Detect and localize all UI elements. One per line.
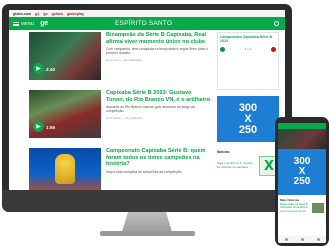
phone-list-item[interactable]: Bicampeão da Série B Capixaba, Real afir… [280,202,324,213]
video-duration: 1:55 [46,125,56,130]
monitor-stand [122,212,172,232]
video-thumbnail[interactable]: ▶ 2:40 [29,32,101,80]
menu-icon[interactable] [316,238,320,241]
trophy-icon [55,154,75,184]
search-icon[interactable] [300,238,304,241]
menu-button[interactable]: MENU [13,21,34,26]
phone-screen: 300 X 250 Mais Notícias Bicampeão da Sér… [278,123,326,243]
phone-item-text[interactable]: Bicampeão da Série B Capixaba, Real afir… [280,202,310,213]
ad-height: 250 [238,123,258,136]
news-item[interactable]: Siga o ge ES no X: receba as notícias no… [217,156,279,176]
news-item-text[interactable]: Siga o ge ES no X: receba as notícias no… [217,161,256,170]
video-duration: 2:40 [46,67,56,72]
video-thumbnail[interactable]: ▶ 1:55 [29,90,101,138]
globo-brand-link[interactable]: globo.com [13,12,31,16]
news-section-label: Notícias [217,150,230,154]
ge-logo[interactable]: ge [40,20,48,27]
site-header: MENU ge ESPÍRITO SANTO [9,17,285,30]
home-icon[interactable] [284,238,288,241]
card-subtitle: Com campanha, time conquistou a temporad… [106,47,208,56]
ad-x: X [244,112,252,125]
feed-card[interactable]: ▶ 1:55 Capixaba Série B 2023: Gustavo To… [29,90,211,142]
feed-card[interactable]: ▶ 2:40 Bicampeão da Série B Capixaba, Re… [29,32,211,84]
match-score: 1 x 0 [244,47,252,52]
desktop-monitor: globo.com g1 ge gshow globoplay MENU ge … [2,4,292,212]
team-crest-icon [220,46,225,52]
phone-ad-height: 250 [293,176,311,187]
ad-width: 300 [238,101,258,114]
monitor-base [100,231,195,236]
play-icon[interactable]: ▶ [33,121,44,132]
article-thumbnail[interactable] [29,148,101,190]
standings-widget[interactable]: Campeonato Capixaba Série B 2023 1 x 0 [217,32,279,90]
globoplay-link[interactable]: globoplay [67,12,84,16]
play-icon[interactable]: ▶ [33,63,44,74]
phone-thumbnail[interactable] [278,129,326,149]
monitor-chin [2,190,292,212]
g1-link[interactable]: g1 [35,12,39,16]
menu-label: MENU [21,21,35,26]
card-subtitle: Veja a lista completa de campeões da com… [106,169,183,174]
device-mockup: globo.com g1 ge gshow globoplay MENU ge … [0,0,329,246]
match-row[interactable]: 1 x 0 [220,46,276,52]
desktop-screen: globo.com g1 ge gshow globoplay MENU ge … [9,10,285,190]
standings-title: Campeonato Capixaba Série B 2023 [220,35,273,44]
card-title[interactable]: Bicampeão da Série B Capixaba, Real afir… [106,32,211,45]
team-crest-icon [270,46,276,52]
hamburger-icon [13,21,19,26]
globo-top-bar: globo.com g1 ge gshow globoplay [9,10,285,17]
mobile-phone: 300 X 250 Mais Notícias Bicampeão da Sér… [275,117,329,246]
news-feed: ▶ 2:40 Bicampeão da Série B Capixaba, Re… [29,32,211,190]
phone-item-thumbnail[interactable] [312,203,324,213]
gshow-link[interactable]: gshow [52,12,63,16]
card-title[interactable]: Capixaba Série B 2023: Gustavo Tonon, do… [106,90,211,103]
card-subtitle: Atacante do Rio Branco marcou gols decis… [106,105,195,114]
sidebar: Campeonato Capixaba Série B 2023 1 x 0 3… [217,32,279,176]
page-title: ESPÍRITO SANTO [115,20,173,27]
card-title[interactable]: Campeonato Capixaba Série B: quem foram … [106,148,211,168]
card-meta: Há 1 hora — No Capixaba [106,57,142,62]
ad-banner[interactable]: 300 X 250 [217,96,279,142]
phone-ad-banner[interactable]: 300 X 250 [278,149,326,195]
feed-card[interactable]: Campeonato Capixaba Série B: quem foram … [29,148,211,190]
search-icon[interactable] [274,21,279,26]
ge-link[interactable]: ge [43,12,47,16]
card-meta: Há 3 horas — No Capixaba [106,115,143,120]
phone-nav-bar [278,236,326,243]
